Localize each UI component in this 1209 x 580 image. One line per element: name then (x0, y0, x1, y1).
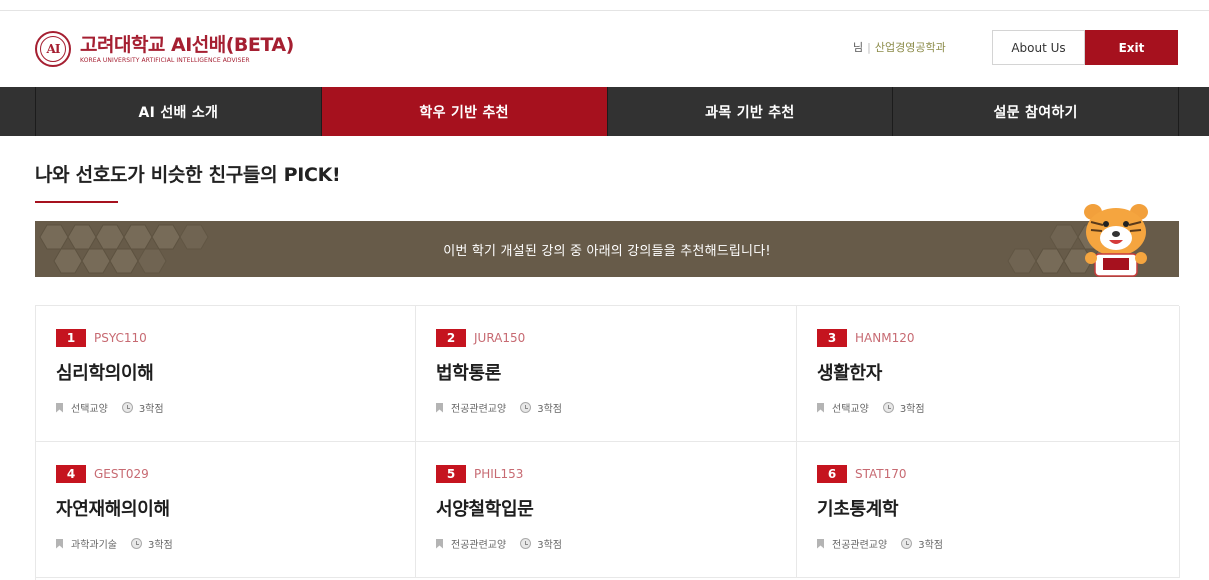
logo-mark: AI (46, 42, 61, 56)
main-nav: AI 선배 소개 학우 기반 추천 과목 기반 추천 설문 참여하기 (0, 87, 1209, 136)
clock-icon (901, 538, 913, 549)
course-card-head: 2 JURA150 (436, 329, 525, 347)
user-info: 님 | 산업경영공학과 (853, 39, 946, 55)
nav-item-course-recommend[interactable]: 과목 기반 추천 (608, 87, 894, 136)
course-category: 과학과기술 (71, 540, 117, 551)
clock-icon (121, 402, 133, 413)
nav-item-ai-intro[interactable]: AI 선배 소개 (36, 87, 322, 136)
course-code: HANM120 (855, 331, 915, 345)
logo-text: 고려대학교 AI선배(BETA) KOREA UNIVERSITY ARTIFI… (80, 34, 294, 64)
bookmark-icon (436, 538, 443, 549)
course-card-head: 3 HANM120 (817, 329, 914, 347)
course-name: 서양철학입문 (436, 499, 534, 520)
clock-icon (882, 402, 894, 413)
bookmark-icon (436, 402, 443, 413)
bookmark-icon (817, 538, 824, 549)
nav-item-survey[interactable]: 설문 참여하기 (893, 87, 1178, 136)
course-credits: 3학점 (918, 540, 943, 551)
recommend-banner: 이번 학기 개설된 강의 중 아래의 강의들을 추천해드립니다! (35, 221, 1179, 277)
course-card[interactable]: 6 STAT170 기초통계학 전공관련교양 3학점 (797, 442, 1180, 578)
user-info-separator: | (867, 41, 871, 54)
exit-button[interactable]: Exit (1085, 30, 1178, 65)
course-category: 전공관련교양 (451, 404, 507, 415)
bookmark-icon (56, 402, 63, 413)
course-code: PHIL153 (474, 467, 524, 481)
course-card[interactable]: 1 PSYC110 심리학의이해 선택교양 3학점 (36, 306, 416, 442)
logo-title: 고려대학교 AI선배(BETA) (80, 34, 294, 56)
tiger-mascot-icon (1084, 204, 1148, 277)
course-card-head: 6 STAT170 (817, 465, 907, 483)
course-credits: 3학점 (138, 404, 164, 415)
course-card[interactable]: 2 JURA150 법학통론 전공관련교양 3학점 (416, 306, 797, 442)
course-name: 기초통계학 (817, 499, 899, 520)
rank-badge: 3 (817, 329, 847, 347)
course-card-head: 5 PHIL153 (436, 465, 523, 483)
course-meta: 전공관련교양 3학점 (436, 536, 562, 551)
course-category: 전공관련교양 (832, 540, 888, 551)
logo-subtitle: KOREA UNIVERSITY ARTIFICIAL INTELLIGENCE… (80, 57, 250, 64)
course-meta: 전공관련교양 3학점 (436, 400, 562, 415)
title-underline (35, 201, 118, 203)
banner-text: 이번 학기 개설된 강의 중 아래의 강의들을 추천해드립니다! (443, 243, 771, 259)
course-card[interactable]: 3 HANM120 생활한자 선택교양 3학점 (797, 306, 1180, 442)
clock-icon (520, 538, 532, 549)
course-name: 법학통론 (436, 363, 502, 384)
clock-icon (520, 402, 532, 413)
rank-badge: 6 (817, 465, 847, 483)
course-category: 선택교양 (71, 404, 108, 415)
logo-badge-icon: AI (35, 31, 71, 67)
rank-badge: 4 (56, 465, 86, 483)
course-meta: 선택교양 3학점 (817, 400, 925, 415)
nav-item-peer-recommend[interactable]: 학우 기반 추천 (321, 87, 608, 136)
course-meta: 전공관련교양 3학점 (817, 536, 943, 551)
course-credits: 3학점 (899, 404, 925, 415)
main-nav-items: AI 선배 소개 학우 기반 추천 과목 기반 추천 설문 참여하기 (35, 87, 1179, 136)
course-card[interactable]: 5 PHIL153 서양철학입문 전공관련교양 3학점 (416, 442, 797, 578)
course-grid: 1 PSYC110 심리학의이해 선택교양 3학점 2 JURA150 법학통론… (35, 305, 1180, 580)
course-card[interactable]: 4 GEST029 자연재해의이해 과학과기술 3학점 (36, 442, 416, 578)
course-meta: 선택교양 3학점 (56, 400, 164, 415)
course-category: 선택교양 (832, 404, 869, 415)
clock-icon (131, 538, 142, 549)
course-code: PSYC110 (94, 331, 147, 345)
course-code: GEST029 (94, 467, 149, 481)
course-name: 자연재해의이해 (56, 499, 170, 520)
course-category: 전공관련교양 (451, 540, 507, 551)
user-suffix: 님 (853, 41, 864, 54)
bookmark-icon (56, 538, 63, 549)
course-credits: 3학점 (537, 540, 562, 551)
course-card-head: 4 GEST029 (56, 465, 149, 483)
course-meta: 과학과기술 3학점 (56, 536, 173, 551)
rank-badge: 1 (56, 329, 86, 347)
site-header: AI 고려대학교 AI선배(BETA) KOREA UNIVERSITY ART… (0, 11, 1209, 87)
about-us-button[interactable]: About Us (992, 30, 1085, 65)
course-code: STAT170 (855, 467, 907, 481)
course-name: 심리학의이해 (56, 363, 154, 384)
course-name: 생활한자 (817, 363, 883, 384)
page-title: 나와 선호도가 비슷한 친구들의 PICK! (35, 164, 341, 186)
course-card-head: 1 PSYC110 (56, 329, 147, 347)
course-credits: 3학점 (537, 404, 562, 415)
bookmark-icon (817, 402, 824, 413)
user-department: 산업경영공학과 (874, 41, 946, 54)
site-logo[interactable]: AI 고려대학교 AI선배(BETA) KOREA UNIVERSITY ART… (35, 31, 294, 67)
course-credits: 3학점 (148, 540, 173, 551)
rank-badge: 2 (436, 329, 466, 347)
rank-badge: 5 (436, 465, 466, 483)
course-code: JURA150 (474, 331, 526, 345)
